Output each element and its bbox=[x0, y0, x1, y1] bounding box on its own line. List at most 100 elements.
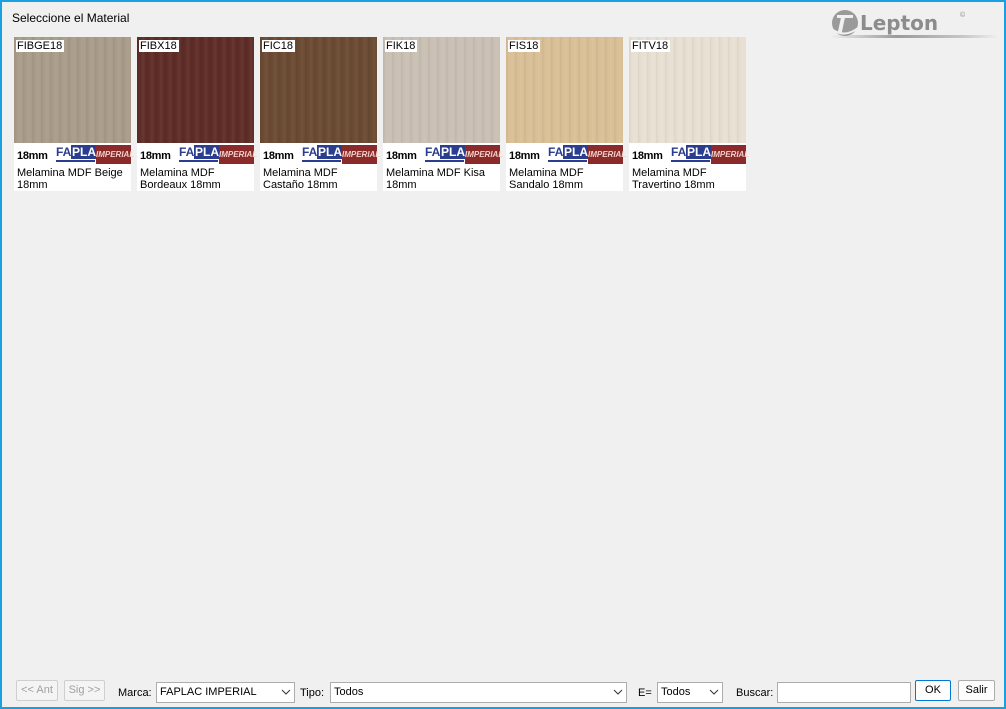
description-line-2: Sandalo 18mm bbox=[509, 179, 583, 191]
exit-button[interactable]: Salir bbox=[958, 680, 995, 701]
imperial-badge: IMPERIAL bbox=[219, 145, 257, 164]
description-line-1: Melamina MDF Beige bbox=[17, 167, 123, 179]
e-value: Todos bbox=[661, 686, 691, 698]
material-swatch[interactable] bbox=[14, 37, 131, 143]
faplac-logo-fa: FA bbox=[56, 145, 72, 159]
description-line-1: Melamina MDF bbox=[509, 167, 584, 179]
material-selector-window: Seleccione el Material Lepton © FIBGE18 … bbox=[0, 0, 1006, 709]
material-card[interactable]: FIK18 18mm FA PLAC IMPERIAL Melamina MDF… bbox=[383, 37, 503, 191]
thickness-label: 18mm bbox=[140, 150, 171, 162]
material-swatch[interactable] bbox=[383, 37, 500, 143]
description-line-1: Melamina MDF bbox=[632, 167, 707, 179]
description-line-1: Melamina MDF Kisa bbox=[386, 167, 486, 179]
brand-bar: 18mm FA PLAC IMPERIAL bbox=[14, 143, 134, 165]
lepton-emblem-icon bbox=[832, 10, 859, 36]
faplac-logo-fa: FA bbox=[302, 145, 318, 159]
registered-mark: © bbox=[960, 12, 966, 19]
material-card[interactable]: FIBGE18 18mm FA PLAC IMPERIAL Melamina M… bbox=[14, 37, 134, 191]
faplac-logo-underline bbox=[56, 160, 95, 162]
faplac-logo-fa: FA bbox=[671, 145, 687, 159]
chevron-down-icon bbox=[281, 689, 291, 695]
material-swatch[interactable] bbox=[260, 37, 377, 143]
brand-bar: 18mm FA PLAC IMPERIAL bbox=[506, 143, 626, 165]
title-bar: Seleccione el Material Lepton © bbox=[2, 2, 1004, 38]
faplac-logo-fa: FA bbox=[548, 145, 564, 159]
material-code: FIC18 bbox=[262, 40, 295, 52]
chevron-down-icon bbox=[709, 689, 719, 695]
material-card[interactable]: FIS18 18mm FA PLAC IMPERIAL Melamina MDF… bbox=[506, 37, 626, 191]
material-card[interactable]: FITV18 18mm FA PLAC IMPERIAL Melamina MD… bbox=[629, 37, 749, 191]
imperial-badge: IMPERIAL bbox=[342, 145, 380, 164]
material-swatch[interactable] bbox=[506, 37, 623, 143]
faplac-logo-underline bbox=[548, 160, 587, 162]
faplac-logo: FA PLAC bbox=[302, 145, 352, 162]
chevron-down-icon bbox=[613, 689, 623, 695]
footer-bar: << Ant Sig >> Marca: FAPLAC IMPERIAL Tip… bbox=[2, 680, 1004, 706]
logo-underline bbox=[830, 35, 998, 38]
buscar-label: Buscar: bbox=[736, 687, 774, 699]
thickness-label: 18mm bbox=[386, 150, 417, 162]
description-line-1: Melamina MDF bbox=[263, 167, 338, 179]
thickness-label: 18mm bbox=[263, 150, 294, 162]
faplac-logo-underline bbox=[671, 160, 710, 162]
material-description: Melamina MDF Travertino 18mm bbox=[632, 167, 744, 191]
description-line-2: 18mm bbox=[386, 179, 417, 191]
faplac-logo-underline bbox=[302, 160, 341, 162]
material-code: FIK18 bbox=[385, 40, 418, 52]
faplac-logo: FA PLAC bbox=[56, 145, 106, 162]
faplac-logo: FA PLAC bbox=[179, 145, 229, 162]
material-description: Melamina MDF Sandalo 18mm bbox=[509, 167, 621, 191]
marca-label: Marca: bbox=[118, 687, 152, 699]
thickness-label: 18mm bbox=[509, 150, 540, 162]
thickness-label: 18mm bbox=[632, 150, 663, 162]
description-line-2: Castaño 18mm bbox=[263, 179, 338, 191]
marca-select[interactable]: FAPLAC IMPERIAL bbox=[156, 682, 295, 703]
brand-bar: 18mm FA PLAC IMPERIAL bbox=[260, 143, 380, 165]
brand-name: Lepton bbox=[860, 11, 939, 35]
faplac-logo-fa: FA bbox=[425, 145, 441, 159]
material-card[interactable]: FIC18 18mm FA PLAC IMPERIAL Melamina MDF… bbox=[260, 37, 380, 191]
description-line-2: Travertino 18mm bbox=[632, 179, 715, 191]
faplac-logo-underline bbox=[179, 160, 218, 162]
tipo-select[interactable]: Todos bbox=[330, 682, 627, 703]
tipo-value: Todos bbox=[334, 686, 364, 698]
faplac-logo: FA PLAC bbox=[548, 145, 598, 162]
material-code: FIBX18 bbox=[139, 40, 179, 52]
brand-bar: 18mm FA PLAC IMPERIAL bbox=[629, 143, 749, 165]
imperial-badge: IMPERIAL bbox=[711, 145, 749, 164]
material-grid: FIBGE18 18mm FA PLAC IMPERIAL Melamina M… bbox=[14, 37, 754, 197]
material-code: FITV18 bbox=[631, 40, 671, 52]
material-swatch[interactable] bbox=[137, 37, 254, 143]
brand-bar: 18mm FA PLAC IMPERIAL bbox=[383, 143, 503, 165]
material-description: Melamina MDF Castaño 18mm bbox=[263, 167, 375, 191]
marca-value: FAPLAC IMPERIAL bbox=[160, 686, 257, 698]
material-code: FIS18 bbox=[508, 40, 541, 52]
material-card[interactable]: FIBX18 18mm FA PLAC IMPERIAL Melamina MD… bbox=[137, 37, 257, 191]
material-description: Melamina MDF Bordeaux 18mm bbox=[140, 167, 252, 191]
e-select[interactable]: Todos bbox=[657, 682, 723, 703]
tipo-label: Tipo: bbox=[300, 687, 325, 699]
search-input[interactable] bbox=[777, 682, 911, 703]
material-description: Melamina MDF Kisa 18mm bbox=[386, 167, 498, 191]
imperial-badge: IMPERIAL bbox=[588, 145, 626, 164]
thickness-label: 18mm bbox=[17, 150, 48, 162]
next-page-button[interactable]: Sig >> bbox=[64, 680, 105, 701]
material-code: FIBGE18 bbox=[16, 40, 65, 52]
e-label: E= bbox=[638, 687, 652, 699]
description-line-2: 18mm bbox=[17, 179, 48, 191]
previous-page-button[interactable]: << Ant bbox=[16, 680, 58, 701]
brand-bar: 18mm FA PLAC IMPERIAL bbox=[137, 143, 257, 165]
ok-button[interactable]: OK bbox=[915, 680, 951, 701]
faplac-logo-fa: FA bbox=[179, 145, 195, 159]
description-line-1: Melamina MDF bbox=[140, 167, 215, 179]
window-title: Seleccione el Material bbox=[12, 11, 130, 25]
faplac-logo: FA PLAC bbox=[425, 145, 475, 162]
faplac-logo: FA PLAC bbox=[671, 145, 721, 162]
material-swatch[interactable] bbox=[629, 37, 746, 143]
lepton-logo: Lepton © bbox=[820, 8, 1000, 38]
description-line-2: Bordeaux 18mm bbox=[140, 179, 221, 191]
material-description: Melamina MDF Beige 18mm bbox=[17, 167, 129, 191]
faplac-logo-underline bbox=[425, 160, 464, 162]
imperial-badge: IMPERIAL bbox=[96, 145, 134, 164]
imperial-badge: IMPERIAL bbox=[465, 145, 503, 164]
